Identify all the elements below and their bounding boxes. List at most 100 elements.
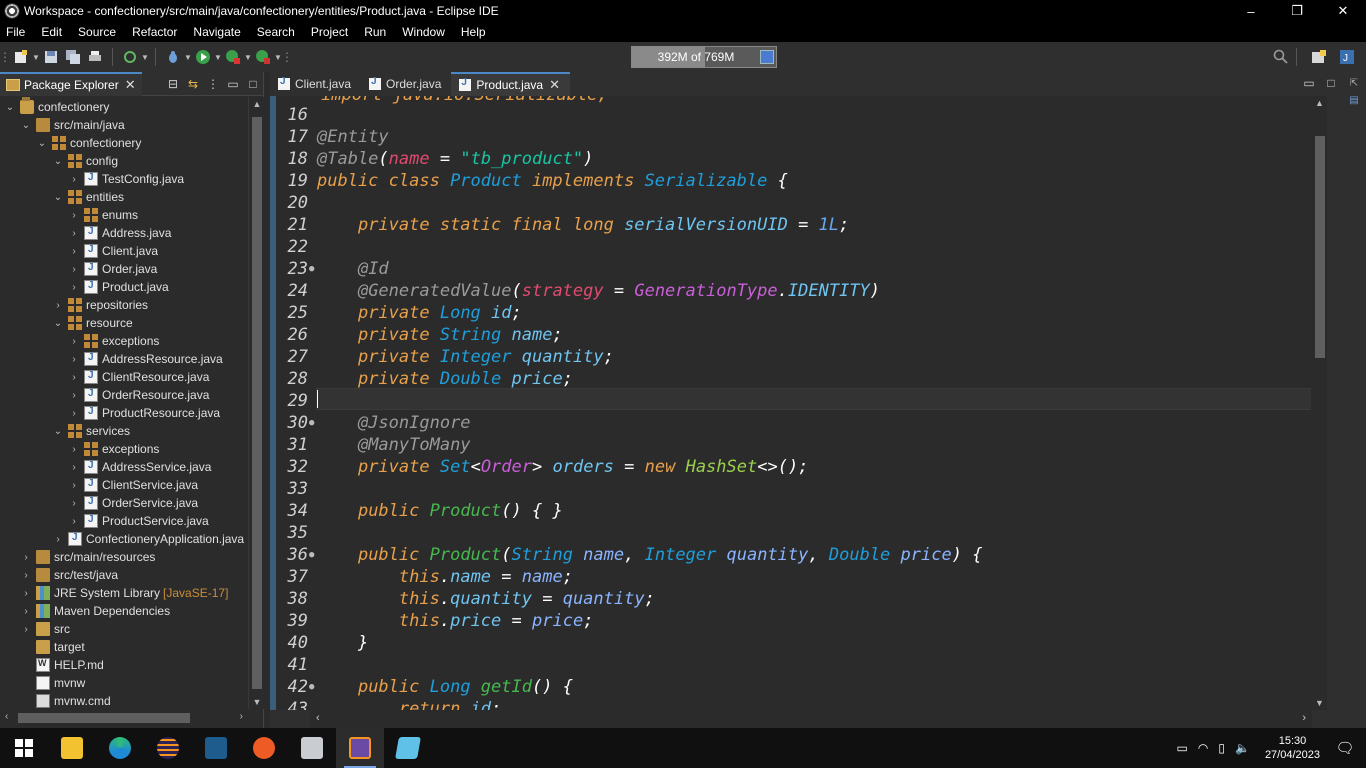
garbage-collect-icon[interactable] <box>760 50 774 64</box>
editor-horizontal-scrollbar[interactable]: ‹ › <box>310 710 1312 728</box>
tree-item[interactable]: › Product.java <box>68 278 169 296</box>
fold-marker-icon[interactable]: ● <box>309 418 317 428</box>
tree-item[interactable]: › ClientResource.java <box>68 368 209 386</box>
tree-item[interactable]: ⌄ config <box>52 152 118 170</box>
editor-vertical-scrollbar[interactable]: ▲ ▼ <box>1312 96 1327 710</box>
collapsed-icon[interactable]: › <box>68 480 80 491</box>
taskbar-eclipse[interactable] <box>144 728 192 768</box>
menu-search[interactable]: Search <box>249 25 303 39</box>
expanded-icon[interactable]: ⌄ <box>4 102 16 113</box>
scroll-thumb[interactable] <box>252 117 262 689</box>
expanded-icon[interactable]: ⌄ <box>52 156 64 167</box>
scroll-down-icon[interactable]: ▼ <box>249 697 265 707</box>
tree-item[interactable]: › ClientService.java <box>68 476 198 494</box>
start-button[interactable] <box>0 728 48 768</box>
taskbar-notes[interactable] <box>384 728 432 768</box>
print-icon[interactable] <box>86 48 104 66</box>
expanded-icon[interactable]: ⌄ <box>20 120 32 131</box>
tablet-icon[interactable]: ▯ <box>1218 741 1225 755</box>
expanded-icon[interactable]: ⌄ <box>52 192 64 203</box>
tab-package-explorer[interactable]: Package Explorer ✕ <box>0 71 142 96</box>
close-tab-icon[interactable]: ✕ <box>549 77 560 93</box>
save-all-icon[interactable] <box>64 48 82 66</box>
refresh-icon[interactable] <box>121 48 139 66</box>
close-tab-icon[interactable]: ✕ <box>125 77 136 93</box>
collapsed-icon[interactable]: › <box>68 498 80 509</box>
menu-file[interactable]: File <box>0 25 33 39</box>
tree-horizontal-scrollbar[interactable]: ‹ › <box>0 709 248 727</box>
battery-icon[interactable]: ▭ <box>1177 741 1188 755</box>
menu-help[interactable]: Help <box>453 25 494 39</box>
tree-item[interactable]: › OrderService.java <box>68 494 198 512</box>
tab-order-java[interactable]: Order.java <box>361 72 451 96</box>
tree-item[interactable]: ⌄ confectionery <box>4 97 109 116</box>
tree-item[interactable]: mvnw.cmd <box>20 692 111 709</box>
close-button[interactable]: ✕ <box>1320 0 1366 22</box>
tree-item[interactable]: ⌄ resource <box>52 314 133 332</box>
view-menu-icon[interactable]: ⋮ <box>203 77 223 91</box>
collapsed-icon[interactable]: › <box>20 570 32 581</box>
tree-item[interactable]: › ProductResource.java <box>68 404 220 422</box>
debug-dropdown-icon[interactable]: ▼ <box>184 48 192 66</box>
coverage-dropdown-icon[interactable]: ▼ <box>244 48 252 66</box>
collapsed-icon[interactable]: › <box>68 354 80 365</box>
taskbar-postman[interactable] <box>240 728 288 768</box>
tree-item[interactable]: › Maven Dependencies <box>20 602 170 620</box>
menu-window[interactable]: Window <box>394 25 453 39</box>
scroll-thumb[interactable] <box>1315 136 1325 358</box>
tree-item[interactable]: ⌄ services <box>52 422 130 440</box>
tree-item[interactable]: › AddressResource.java <box>68 350 223 368</box>
tree-item[interactable]: › exceptions <box>68 332 159 350</box>
tree-item[interactable]: › ConfectioneryApplication.java <box>52 530 244 548</box>
tree-item[interactable]: › AddressService.java <box>68 458 211 476</box>
refresh-dropdown-icon[interactable]: ▼ <box>141 48 149 66</box>
save-icon[interactable] <box>42 48 60 66</box>
tree-item[interactable]: ⌄ confectionery <box>36 134 141 152</box>
taskbar-mysql[interactable] <box>192 728 240 768</box>
restore-button[interactable]: ❐ <box>1274 0 1320 22</box>
tree-item[interactable]: ⌄ src/main/java <box>20 116 125 134</box>
restore-view-icon[interactable]: ⇱ <box>1342 78 1366 89</box>
run-icon[interactable] <box>194 48 212 66</box>
outline-view-icon[interactable]: ▤ <box>1342 95 1366 106</box>
taskbar-eclipse-ide[interactable] <box>336 728 384 768</box>
scroll-left-icon[interactable]: ‹ <box>316 712 320 724</box>
taskbar-edge[interactable] <box>96 728 144 768</box>
collapsed-icon[interactable]: › <box>20 552 32 563</box>
menu-project[interactable]: Project <box>303 25 356 39</box>
collapsed-icon[interactable]: › <box>20 588 32 599</box>
heap-status[interactable]: 392M of 769M <box>631 46 777 68</box>
menu-run[interactable]: Run <box>356 25 394 39</box>
tree-item[interactable]: › TestConfig.java <box>68 170 184 188</box>
collapsed-icon[interactable]: › <box>20 624 32 635</box>
scroll-up-icon[interactable]: ▲ <box>1312 98 1327 108</box>
tree-item[interactable]: › exceptions <box>68 440 159 458</box>
open-perspective-icon[interactable] <box>1310 48 1328 66</box>
collapsed-icon[interactable]: › <box>68 210 80 221</box>
collapsed-icon[interactable]: › <box>52 300 64 311</box>
tree-item[interactable]: › src <box>20 620 70 638</box>
tree-item[interactable]: mvnw <box>20 674 85 692</box>
search-icon[interactable] <box>1272 48 1290 66</box>
tree-item[interactable]: › src/test/java <box>20 566 118 584</box>
tab-product-java[interactable]: Product.java ✕ <box>451 72 570 96</box>
collapsed-icon[interactable]: › <box>68 174 80 185</box>
tree-item[interactable]: › Client.java <box>68 242 158 260</box>
menu-source[interactable]: Source <box>70 25 124 39</box>
tree-item[interactable]: › ProductService.java <box>68 512 209 530</box>
code-editor[interactable]: import java.io.Serializable; 1617@Entity… <box>270 96 1327 710</box>
collapsed-icon[interactable]: › <box>68 246 80 257</box>
collapsed-icon[interactable]: › <box>68 264 80 275</box>
expanded-icon[interactable]: ⌄ <box>36 138 48 149</box>
tree-item[interactable]: › Address.java <box>68 224 171 242</box>
collapsed-icon[interactable]: › <box>68 516 80 527</box>
tree-item[interactable]: › JRE System Library [JavaSE-17] <box>20 584 228 602</box>
scroll-up-icon[interactable]: ▲ <box>249 99 265 109</box>
minimize-button[interactable]: – <box>1228 0 1274 22</box>
collapsed-icon[interactable]: › <box>68 408 80 419</box>
scroll-thumb[interactable] <box>18 713 190 723</box>
tree-item[interactable]: ⌄ entities <box>52 188 124 206</box>
fold-marker-icon[interactable]: ● <box>309 682 317 692</box>
collapsed-icon[interactable]: › <box>68 336 80 347</box>
scroll-right-icon[interactable]: › <box>1302 712 1306 724</box>
